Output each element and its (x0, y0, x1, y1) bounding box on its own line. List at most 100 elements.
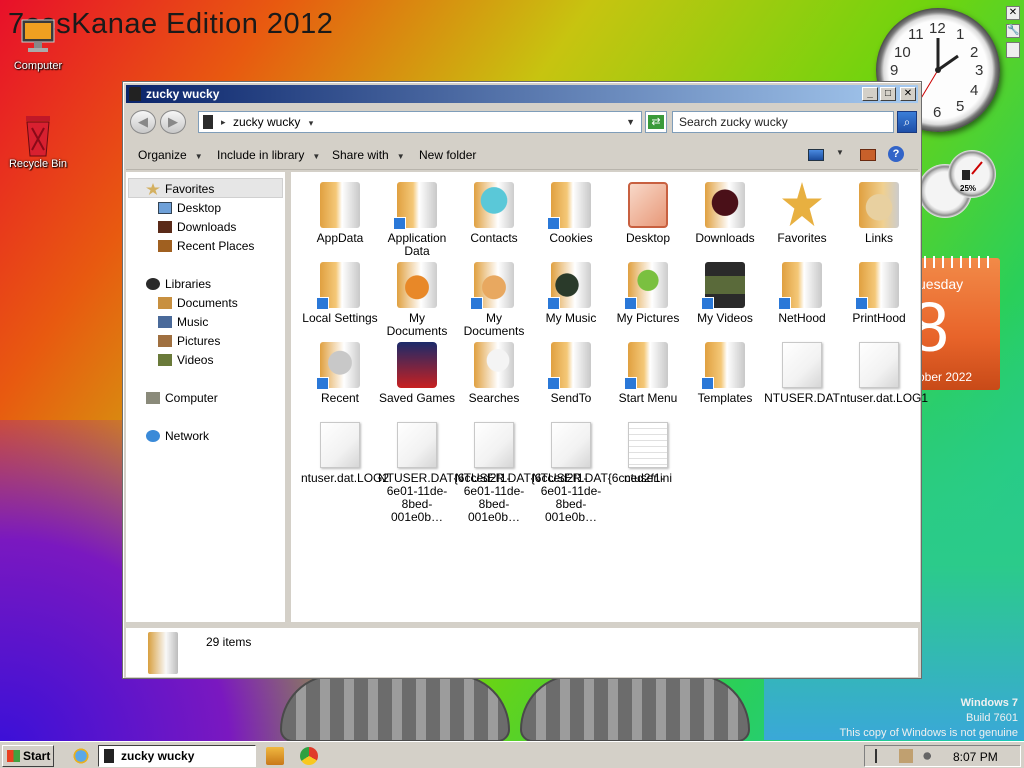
include-in-library-menu[interactable]: Include in library ▼ (217, 148, 320, 162)
file-item[interactable]: ntuser.dat.LOG2 (301, 422, 389, 485)
file-item[interactable]: Cookies (532, 182, 610, 245)
clock-number: 12 (929, 20, 946, 37)
file-item[interactable]: Desktop (609, 182, 687, 245)
nav-item-music[interactable]: Music (158, 315, 208, 329)
file-item[interactable]: My Music (532, 262, 610, 325)
recent-places-icon (158, 240, 172, 252)
file-item[interactable]: Local Settings (301, 262, 379, 325)
desktop-icon-recycle-bin[interactable]: Recycle Bin (0, 112, 76, 170)
desktop-folder-icon (628, 182, 668, 228)
chevron-down-icon[interactable]: ▾ (309, 118, 314, 128)
file-item[interactable]: Templates (686, 342, 764, 405)
file-item[interactable]: Start Menu (609, 342, 687, 405)
document-icon (551, 422, 591, 468)
start-button[interactable]: Start (2, 745, 54, 767)
cpu-meter-gadget[interactable]: 25% (918, 150, 1000, 230)
file-item[interactable]: NetHood (763, 262, 841, 325)
file-item[interactable]: NTUSER.DAT{6cced2f1-6e01-11de-8bed-001e0… (378, 422, 511, 524)
search-icon[interactable]: ⌕ (897, 111, 917, 133)
gadget-close-button[interactable]: ✕ (1006, 6, 1020, 20)
window-titlebar[interactable]: zucky wucky _ □ ✕ (126, 85, 918, 103)
file-item[interactable]: Recent (301, 342, 379, 405)
file-item[interactable]: ntuser.dat.LOG1 (840, 342, 928, 405)
file-list[interactable]: AppData Application Data Contacts Cookie… (288, 172, 928, 622)
file-item[interactable]: Downloads (686, 182, 764, 245)
explorer-window[interactable]: zucky wucky _ □ ✕ ◀ ▶ ▸ zucky wucky ▾ ▼ … (122, 81, 928, 679)
file-item[interactable]: Contacts (455, 182, 533, 245)
file-item[interactable]: ntuser.ini (609, 422, 687, 485)
documents-folder-icon (397, 262, 437, 308)
file-item[interactable]: Application Data (378, 182, 456, 258)
gadget-options-icon[interactable]: 🔧 (1006, 24, 1020, 38)
file-item[interactable]: My Videos (686, 262, 764, 325)
address-bar[interactable]: ▸ zucky wucky ▾ ▼ (198, 111, 642, 133)
maximize-button[interactable]: □ (880, 87, 896, 101)
documents-folder-shortcut-icon (470, 262, 514, 310)
file-item[interactable]: Searches (455, 342, 533, 405)
nav-item-favorites[interactable]: Favorites (146, 182, 214, 196)
preview-pane-icon[interactable] (860, 149, 876, 161)
file-item[interactable]: Saved Games (378, 342, 456, 405)
file-item[interactable]: PrintHood (840, 262, 918, 325)
shortcut-arrow-icon (393, 217, 406, 230)
media-player-icon[interactable] (266, 747, 284, 765)
searches-folder-icon (474, 342, 514, 388)
nav-item-desktop[interactable]: Desktop (158, 201, 221, 215)
file-item[interactable]: AppData (301, 182, 379, 245)
file-item[interactable]: My Documents (378, 262, 456, 338)
taskbar-window-button[interactable]: zucky wucky (98, 745, 256, 767)
nav-item-videos[interactable]: Videos (158, 353, 213, 367)
new-folder-button[interactable]: New folder (419, 148, 476, 162)
back-button[interactable]: ◀ (130, 110, 156, 134)
clock-time[interactable]: 8:07 PM (953, 750, 998, 764)
file-name: Favorites (777, 231, 827, 245)
desktop-icon-computer[interactable]: Computer (0, 14, 76, 72)
organize-menu[interactable]: Organize ▼ (138, 148, 203, 162)
help-icon[interactable]: ? (888, 146, 904, 162)
volume-icon[interactable] (923, 749, 937, 763)
change-view-icon[interactable] (808, 149, 824, 161)
shortcut-arrow-icon (547, 377, 560, 390)
nav-item-network[interactable]: Network (146, 429, 209, 443)
nav-label: Libraries (165, 277, 212, 291)
file-item[interactable]: My Documents (455, 262, 533, 338)
file-item[interactable]: My Pictures (609, 262, 687, 325)
nav-item-computer[interactable]: Computer (146, 391, 218, 405)
computer-icon (146, 392, 160, 404)
action-center-flag-icon[interactable] (875, 749, 889, 763)
refresh-icon: ⇄ (648, 115, 664, 129)
nav-item-recent-places[interactable]: Recent Places (158, 239, 254, 253)
forward-button[interactable]: ▶ (160, 110, 186, 134)
search-input[interactable]: Search zucky wucky (672, 111, 894, 133)
file-name: My Pictures (616, 311, 680, 325)
file-name: Searches (468, 391, 520, 405)
nav-item-libraries[interactable]: Libraries (146, 277, 211, 291)
calendar-month: ober 2022 (918, 370, 973, 384)
chevron-down-icon[interactable]: ▼ (836, 148, 844, 157)
nav-item-documents[interactable]: Documents (158, 296, 238, 310)
file-item[interactable]: Favorites (763, 182, 841, 245)
address-history-chevron-icon[interactable]: ▼ (626, 112, 635, 132)
chrome-icon[interactable] (300, 747, 318, 765)
refresh-button[interactable]: ⇄ (645, 111, 667, 133)
clock-number: 4 (970, 82, 979, 99)
file-item[interactable]: SendTo (532, 342, 610, 405)
internet-explorer-icon[interactable] (72, 747, 90, 765)
breadcrumb-item[interactable]: zucky wucky (233, 115, 300, 129)
close-button[interactable]: ✕ (900, 87, 916, 101)
network-icon[interactable] (899, 749, 913, 763)
gadget-drag-handle[interactable] (1006, 42, 1020, 58)
file-item[interactable]: NTUSER.DAT{6cced2f1-6e01-11de-8bed-001e0… (532, 422, 665, 524)
file-item[interactable]: NTUSER.DAT (763, 342, 841, 405)
file-name: ntuser.dat.LOG1 (840, 391, 929, 405)
minimize-button[interactable]: _ (862, 87, 878, 101)
share-with-menu[interactable]: Share with ▼ (332, 148, 405, 162)
file-item[interactable]: NTUSER.DAT{6cced2f1-6e01-11de-8bed-001e0… (455, 422, 588, 524)
nav-item-downloads[interactable]: Downloads (158, 220, 236, 234)
chevron-right-icon[interactable]: ▸ (221, 112, 226, 132)
file-item[interactable]: Links (840, 182, 918, 245)
folder-user-icon (148, 632, 178, 674)
nav-item-pictures[interactable]: Pictures (158, 334, 220, 348)
file-name: Downloads (695, 231, 755, 245)
calendar-gadget[interactable]: uesday 8 ober 2022 (910, 256, 1000, 390)
